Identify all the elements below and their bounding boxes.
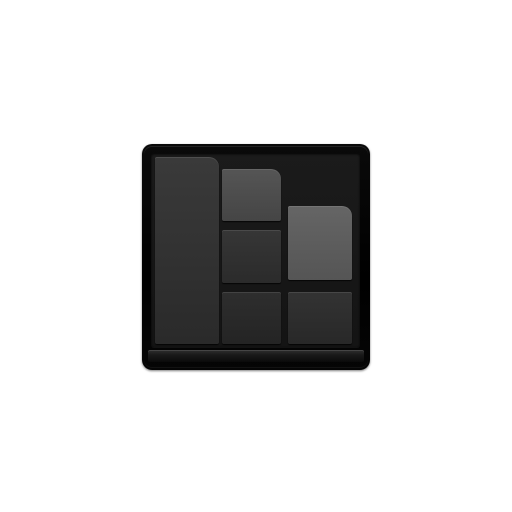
- chart-block-middle-center: [222, 230, 281, 283]
- chart-block-middle-bottom: [222, 292, 281, 344]
- chart-block-right-top: [288, 206, 352, 280]
- bar-chart-icon[interactable]: [142, 144, 370, 370]
- chart-block-right-bottom: [288, 292, 352, 344]
- stage: [0, 0, 512, 512]
- baseline-bar: [148, 350, 364, 362]
- chart-block-tall: [155, 157, 219, 344]
- chart-block-middle-top: [222, 169, 281, 221]
